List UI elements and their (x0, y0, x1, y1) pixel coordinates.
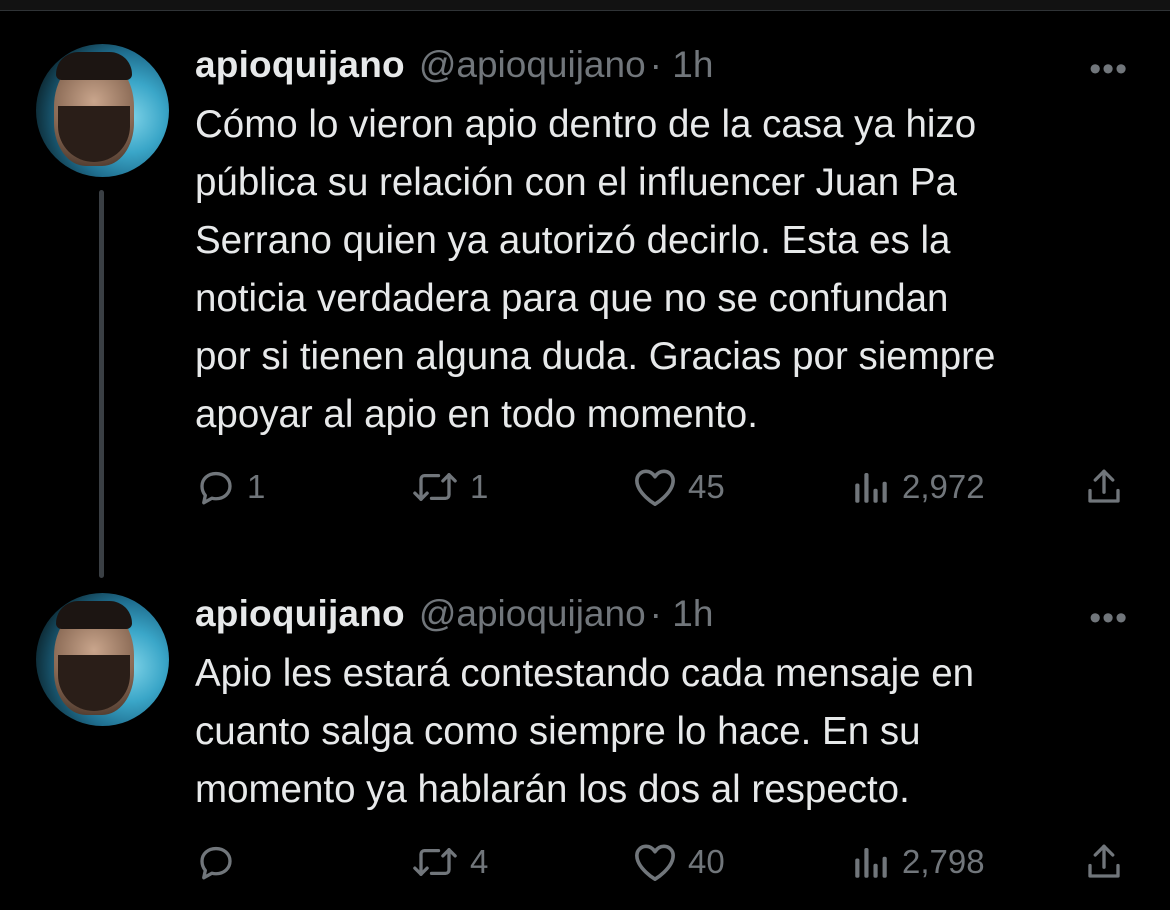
tweet-text-line: por si tienen alguna duda. Gracias por s… (195, 335, 996, 378)
share-button[interactable] (1083, 466, 1125, 508)
views-icon (850, 466, 892, 508)
avatar[interactable] (36, 593, 169, 726)
avatar-hair (56, 52, 132, 80)
author-handle[interactable]: @apioquijano (419, 44, 646, 86)
tweet-text-line: noticia verdadera para que no se confund… (195, 277, 949, 320)
retweet-count: 1 (470, 468, 489, 505)
tweet-text-line: Serrano quien ya autorizó decirlo. Esta … (195, 219, 951, 262)
retweet-button[interactable]: 4 (410, 841, 488, 883)
reply-button[interactable] (195, 841, 247, 883)
more-options-icon[interactable]: ••• (1089, 601, 1128, 635)
views-button[interactable]: 2,798 (850, 841, 985, 883)
views-count: 2,798 (902, 843, 985, 880)
reply-button[interactable]: 1 (195, 466, 265, 508)
tweet-header: apioquijano @apioquijano · 1h (195, 44, 713, 88)
tweet-text-line: momento ya hablarán los dos al respecto. (195, 768, 910, 811)
tweet-actions: 1 1 45 2,972 (195, 466, 1135, 516)
tweet-text-line: Apio les estará contestando cada mensaje… (195, 652, 975, 695)
tweet-time[interactable]: · 1h (650, 44, 714, 86)
thread-line (99, 190, 104, 578)
retweet-icon (410, 466, 460, 508)
reply-icon (195, 841, 237, 883)
tweet-text-line: pública su relación con el influencer Ju… (195, 161, 957, 204)
retweet-button[interactable]: 1 (410, 466, 488, 508)
avatar-hair (56, 601, 132, 629)
tweet-text-line: cuanto salga como siempre lo hace. En su (195, 710, 921, 753)
reply-icon (195, 466, 237, 508)
top-divider (0, 0, 1170, 11)
share-icon (1083, 841, 1125, 883)
tweet-text-line: Cómo lo vieron apio dentro de la casa ya… (195, 103, 977, 146)
avatar[interactable] (36, 44, 169, 177)
tweet-header: apioquijano @apioquijano · 1h (195, 593, 713, 637)
share-button[interactable] (1083, 841, 1125, 883)
reply-count: 1 (247, 468, 266, 505)
retweet-count: 4 (470, 843, 489, 880)
retweet-icon (410, 841, 460, 883)
author-handle[interactable]: @apioquijano (419, 593, 646, 635)
like-count: 40 (688, 843, 725, 880)
tweet-actions: 4 40 2,798 (195, 841, 1135, 891)
like-count: 45 (688, 468, 725, 505)
tweet-text: Cómo lo vieron apio dentro de la casa ya… (195, 96, 1140, 444)
tweet-time[interactable]: · 1h (650, 593, 714, 635)
tweet-text: Apio les estará contestando cada mensaje… (195, 645, 1140, 819)
views-button[interactable]: 2,972 (850, 466, 985, 508)
views-icon (850, 841, 892, 883)
tweet-text-line: apoyar al apio en todo momento. (195, 393, 758, 436)
share-icon (1083, 466, 1125, 508)
like-button[interactable]: 40 (632, 841, 725, 883)
heart-icon (632, 841, 678, 883)
more-options-icon[interactable]: ••• (1089, 52, 1128, 86)
author-name[interactable]: apioquijano (195, 593, 405, 635)
like-button[interactable]: 45 (632, 466, 725, 508)
heart-icon (632, 466, 678, 508)
author-name[interactable]: apioquijano (195, 44, 405, 86)
views-count: 2,972 (902, 468, 985, 505)
